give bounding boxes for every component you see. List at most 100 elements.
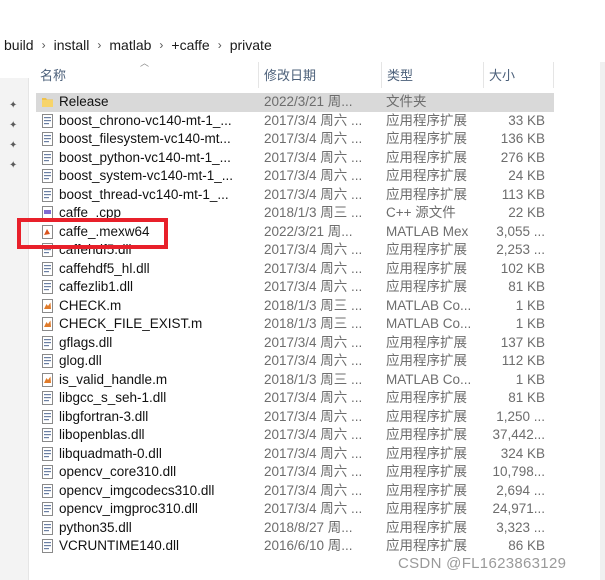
file-size: 37,442...	[492, 427, 545, 442]
file-name: is_valid_handle.m	[59, 371, 168, 387]
file-type: 应用程序扩展	[386, 353, 467, 368]
file-size: 86 KB	[508, 538, 545, 553]
file-name: gflags.dll	[59, 334, 113, 350]
file-modified-date: 2017/3/4 周六 ...	[264, 131, 363, 146]
breadcrumb-separator-icon[interactable]: ›	[210, 38, 230, 52]
dll-file-icon	[42, 391, 53, 405]
file-type: 应用程序扩展	[386, 131, 467, 146]
file-row[interactable]: caffehdf5_hl.dll 2017/3/4 周六 ... 应用程序扩展 102…	[36, 260, 554, 279]
file-row[interactable]: libgfortran-3.dll 2017/3/4 周六 ... 应用程序扩展 1,…	[36, 408, 554, 427]
file-size: 33 KB	[508, 112, 545, 128]
file-type: MATLAB Co...	[386, 316, 472, 331]
column-divider[interactable]	[258, 62, 259, 88]
dll-file-icon	[42, 280, 53, 294]
matlab-file-icon	[42, 372, 53, 387]
file-row[interactable]: VCRUNTIME140.dll 2016/6/10 周... 应用程序扩展 86 K…	[36, 537, 554, 556]
file-size: 10,798...	[492, 464, 545, 479]
file-row[interactable]: opencv_core310.dll 2017/3/4 周六 ... 应用程序扩展 1…	[36, 463, 554, 482]
file-row[interactable]: python35.dll 2018/8/27 周... 应用程序扩展 3,323 ..…	[36, 519, 554, 538]
file-size: 276 KB	[500, 149, 545, 165]
file-name: boost_thread-vc140-mt-1_...	[59, 186, 229, 202]
column-divider[interactable]	[381, 62, 382, 88]
file-row[interactable]: libquadmath-0.dll 2017/3/4 周六 ... 应用程序扩展 32…	[36, 445, 554, 464]
column-header-type[interactable]: 类型	[387, 62, 413, 90]
file-size: 1 KB	[515, 316, 545, 331]
column-header-date[interactable]: 修改日期	[264, 62, 316, 90]
column-header-size[interactable]: 大小	[489, 62, 515, 90]
file-type: 应用程序扩展	[386, 519, 467, 535]
dll-file-icon	[42, 520, 53, 535]
file-modified-date: 2017/3/4 周六 ...	[264, 168, 363, 183]
file-name: boost_system-vc140-mt-1_...	[59, 168, 234, 183]
file-name: opencv_core310.dll	[59, 464, 177, 479]
file-row[interactable]: CHECK.m 2018/1/3 周三 ... MATLAB Co... 1 KB	[36, 297, 554, 316]
file-type: 应用程序扩展	[386, 538, 467, 553]
file-modified-date: 2017/3/4 周六 ...	[264, 445, 363, 461]
dll-file-icon	[42, 169, 53, 183]
file-type: 应用程序扩展	[386, 464, 467, 479]
breadcrumb-caffe[interactable]: +caffe	[171, 37, 209, 53]
file-name: boost_filesystem-vc140-mt...	[59, 131, 231, 146]
file-type: MATLAB Co...	[386, 297, 472, 313]
dll-file-icon	[42, 539, 53, 553]
file-type: 文件夹	[386, 94, 427, 109]
file-type: 应用程序扩展	[386, 168, 467, 183]
file-name: caffezlib1.dll	[59, 279, 134, 294]
folder-icon	[42, 95, 53, 109]
column-header-name[interactable]: 名称	[40, 62, 66, 90]
file-size: 112 KB	[501, 353, 545, 368]
file-row[interactable]: boost_system-vc140-mt-1_... 2017/3/4 周六 .…	[36, 167, 554, 186]
file-row[interactable]: boost_filesystem-vc140-mt... 2017/3/4 周六 …	[36, 130, 554, 149]
dll-file-icon	[42, 335, 53, 350]
dll-file-icon	[42, 428, 53, 442]
file-size: 81 KB	[508, 279, 545, 294]
file-row[interactable]: boost_chrono-vc140-mt-1_... 2017/3/4 周六 .…	[36, 112, 554, 131]
pin-icon: ✦	[9, 100, 18, 111]
dll-file-icon	[42, 132, 53, 146]
file-type: 应用程序扩展	[386, 186, 467, 202]
file-modified-date: 2017/3/4 周六 ...	[264, 501, 363, 516]
navigation-pane[interactable]: ✦ ✦ ✦ ✦	[0, 78, 29, 580]
file-row[interactable]: CHECK_FILE_EXIST.m 2018/1/3 周三 ... MATLAB …	[36, 315, 554, 334]
file-row[interactable]: libopenblas.dll 2017/3/4 周六 ... 应用程序扩展 37,4…	[36, 426, 554, 445]
breadcrumb-separator-icon[interactable]: ›	[89, 38, 109, 52]
vertical-scrollbar[interactable]	[600, 62, 605, 580]
file-name: VCRUNTIME140.dll	[59, 538, 180, 553]
file-size: 24,971...	[492, 501, 545, 516]
file-size: 1 KB	[515, 371, 545, 387]
column-divider[interactable]	[553, 62, 554, 88]
file-row[interactable]: caffezlib1.dll 2017/3/4 周六 ... 应用程序扩展 81 KB	[36, 278, 554, 297]
file-type: 应用程序扩展	[386, 501, 467, 516]
file-row[interactable]: boost_thread-vc140-mt-1_... 2017/3/4 周六 .…	[36, 186, 554, 205]
address-bar[interactable]: build › install › matlab › +caffe › priv…	[0, 0, 605, 62]
file-size: 2,694 ...	[496, 482, 545, 498]
file-type: 应用程序扩展	[386, 482, 467, 498]
file-row[interactable]: is_valid_handle.m 2018/1/3 周三 ... MATLAB C…	[36, 371, 554, 390]
file-type: 应用程序扩展	[386, 445, 467, 461]
file-row[interactable]: gflags.dll 2017/3/4 周六 ... 应用程序扩展 137 KB	[36, 334, 554, 353]
file-name: boost_python-vc140-mt-1_...	[59, 149, 231, 165]
breadcrumb-install[interactable]: install	[54, 37, 90, 53]
breadcrumb-separator-icon[interactable]: ›	[34, 38, 54, 52]
breadcrumb-separator-icon[interactable]: ›	[151, 38, 171, 52]
breadcrumb: build › install › matlab › +caffe › priv…	[4, 37, 272, 53]
file-modified-date: 2018/1/3 周三 ...	[264, 371, 363, 387]
file-row[interactable]: glog.dll 2017/3/4 周六 ... 应用程序扩展 112 KB	[36, 352, 554, 371]
file-type: 应用程序扩展	[386, 279, 467, 294]
file-type: C++ 源文件	[386, 205, 456, 220]
file-row[interactable]: boost_python-vc140-mt-1_... 2017/3/4 周六 .…	[36, 149, 554, 168]
file-row[interactable]: opencv_imgcodecs310.dll 2017/3/4 周六 ... 应用…	[36, 482, 554, 501]
column-divider[interactable]	[483, 62, 484, 88]
file-name: glog.dll	[59, 353, 102, 368]
file-row[interactable]: opencv_imgproc310.dll 2017/3/4 周六 ... 应用程序…	[36, 500, 554, 519]
file-row[interactable]: libgcc_s_seh-1.dll 2017/3/4 周六 ... 应用程序扩展 8…	[36, 389, 554, 408]
file-size: 81 KB	[508, 390, 545, 405]
file-name: libopenblas.dll	[59, 427, 145, 442]
file-row[interactable]: Release 2022/3/21 周... 文件夹	[36, 93, 554, 112]
file-name: CHECK.m	[59, 297, 122, 313]
breadcrumb-private[interactable]: private	[230, 37, 272, 53]
file-size: 136 KB	[500, 131, 545, 146]
breadcrumb-matlab[interactable]: matlab	[109, 37, 151, 53]
file-name: boost_chrono-vc140-mt-1_...	[59, 112, 232, 128]
breadcrumb-build[interactable]: build	[4, 37, 34, 53]
